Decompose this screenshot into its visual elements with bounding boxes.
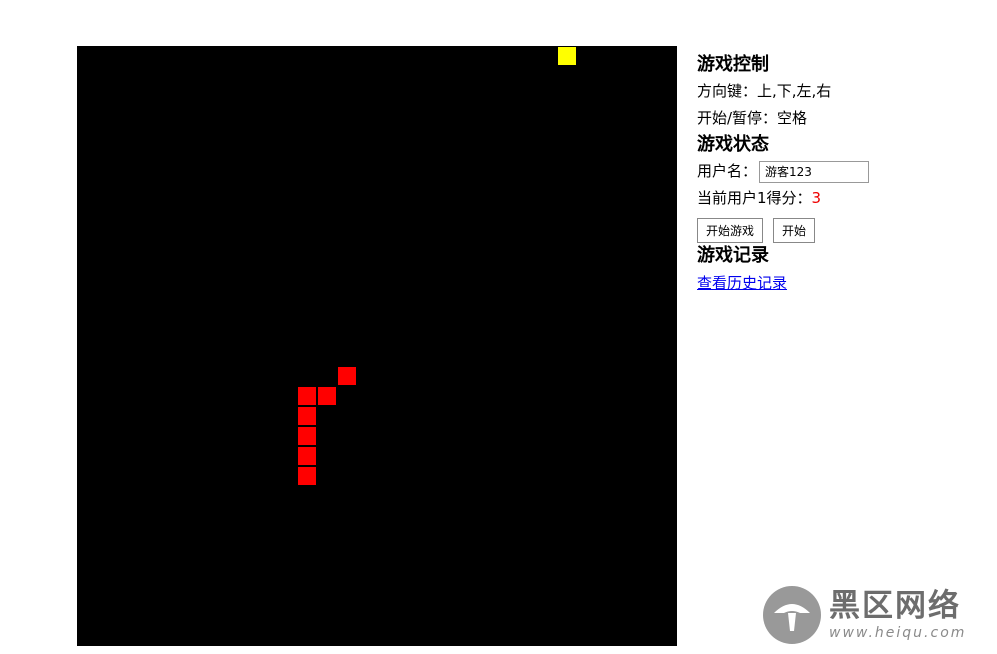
side-panel: 游戏控制 方向键：上,下,左,右 开始/暂停：空格 游戏状态 用户名： 当前用户…: [697, 52, 987, 297]
food-item: [558, 47, 576, 65]
arrow-keys-hint: 方向键：上,下,左,右: [697, 82, 832, 100]
watermark-name: 黑区网络: [829, 588, 961, 624]
controls-title: 游戏控制: [697, 54, 769, 75]
score-row: 当前用户1得分：3: [697, 185, 987, 212]
username-input[interactable]: [759, 160, 870, 183]
snake-segment: [298, 407, 316, 425]
snake-segment: [298, 467, 316, 485]
username-label: 用户名：: [697, 162, 758, 180]
watermark: 黑区网络 www.heiqu.com: [763, 586, 966, 644]
game-board: [77, 46, 677, 646]
pause-key-hint: 开始/暂停：空格: [697, 109, 808, 127]
snake-segment: [298, 447, 316, 465]
score-label: 当前用户1得分：: [697, 189, 812, 207]
snake-head: [338, 367, 356, 385]
button-row: 开始游戏 开始: [697, 218, 987, 243]
history-link[interactable]: 查看历史记录: [697, 274, 787, 292]
start-game-button[interactable]: 开始游戏: [697, 218, 764, 243]
snake-segment: [298, 387, 316, 405]
snake-segment: [318, 387, 336, 405]
mushroom-logo-icon: [763, 586, 821, 644]
records-title: 游戏记录: [697, 245, 769, 266]
username-row: 用户名：: [697, 158, 987, 185]
snake-segment: [298, 427, 316, 445]
status-title: 游戏状态: [697, 134, 769, 155]
start-button[interactable]: 开始: [773, 218, 816, 243]
watermark-url: www.heiqu.com: [829, 625, 967, 641]
score-value: 3: [811, 189, 822, 207]
